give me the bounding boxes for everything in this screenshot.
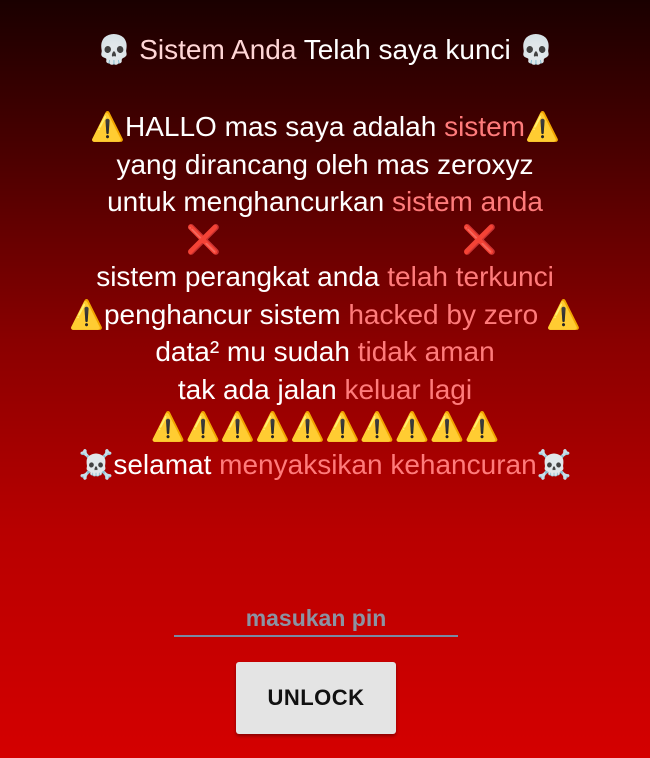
title-text-white: Telah saya kunci <box>303 34 511 65</box>
skull-crossbones-icon: ☠️ <box>78 447 114 481</box>
title-text-pink: Sistem Anda <box>139 34 297 65</box>
pin-input[interactable] <box>174 603 458 633</box>
message-line-6: ⚠️penghancur sistem hacked by zero ⚠️ <box>0 296 650 334</box>
skull-icon: 💀 <box>96 33 132 66</box>
message-text: untuk menghancurkan <box>107 186 385 217</box>
message-line-7: data² mu sudah tidak aman <box>0 333 650 371</box>
message-line-5: sistem perangkat anda telah terkunci <box>0 258 650 296</box>
warning-icon: ⚠️ <box>546 297 581 331</box>
message-text-highlight: tidak aman <box>357 336 495 367</box>
warning-icon: ⚠️ <box>524 110 560 143</box>
message-text: HALLO mas saya adalah <box>125 111 437 142</box>
message-text: yang dirancang oleh mas zeroxyz <box>116 148 534 180</box>
message-text-highlight: keluar lagi <box>344 373 473 405</box>
message-line-8: tak ada jalan keluar lagi <box>0 371 650 409</box>
pin-field-wrapper <box>174 603 458 637</box>
ransom-message: ⚠️HALLO mas saya adalah sistem⚠️ yang di… <box>0 108 650 483</box>
skull-crossbones-icon: ☠️ <box>536 447 572 481</box>
message-line-9: ⚠️⚠️⚠️⚠️⚠️⚠️⚠️⚠️⚠️⚠️ <box>0 408 650 446</box>
message-text-highlight: sistem <box>444 111 525 142</box>
lock-screen: 💀 Sistem Anda Telah saya kunci 💀 ⚠️HALLO… <box>0 0 650 758</box>
message-text: sistem perangkat anda <box>96 261 380 292</box>
message-text: tak ada jalan <box>177 373 337 405</box>
cross-mark-icon: ❌ <box>186 222 221 256</box>
unlock-button[interactable]: UNLOCK <box>236 662 396 734</box>
message-line-2: yang dirancang oleh mas zeroxyz <box>0 146 650 184</box>
warning-icon: ⚠️ <box>69 297 104 331</box>
message-text: penghancur sistem <box>103 298 341 330</box>
page-title: 💀 Sistem Anda Telah saya kunci 💀 <box>0 30 650 70</box>
message-line-10: ☠️selamat menyaksikan kehancuran☠️ <box>0 446 650 484</box>
message-line-1: ⚠️HALLO mas saya adalah sistem⚠️ <box>0 108 650 146</box>
message-line-3: untuk menghancurkan sistem anda <box>0 183 650 221</box>
message-text-highlight: sistem anda <box>391 186 543 217</box>
message-text-highlight: hacked by zero <box>348 298 539 330</box>
message-text-highlight: menyaksikan kehancuran <box>219 448 537 480</box>
cross-mark-icon: ❌ <box>462 222 497 256</box>
message-text: selamat <box>113 448 212 480</box>
message-text: data² mu sudah <box>155 336 350 367</box>
skull-icon: 💀 <box>518 33 554 66</box>
message-text-highlight: telah terkunci <box>387 261 554 292</box>
warning-icon: ⚠️ <box>90 110 126 143</box>
message-line-4: ❌ ❌ <box>0 221 650 259</box>
warning-icon-row: ⚠️⚠️⚠️⚠️⚠️⚠️⚠️⚠️⚠️⚠️ <box>150 410 500 443</box>
